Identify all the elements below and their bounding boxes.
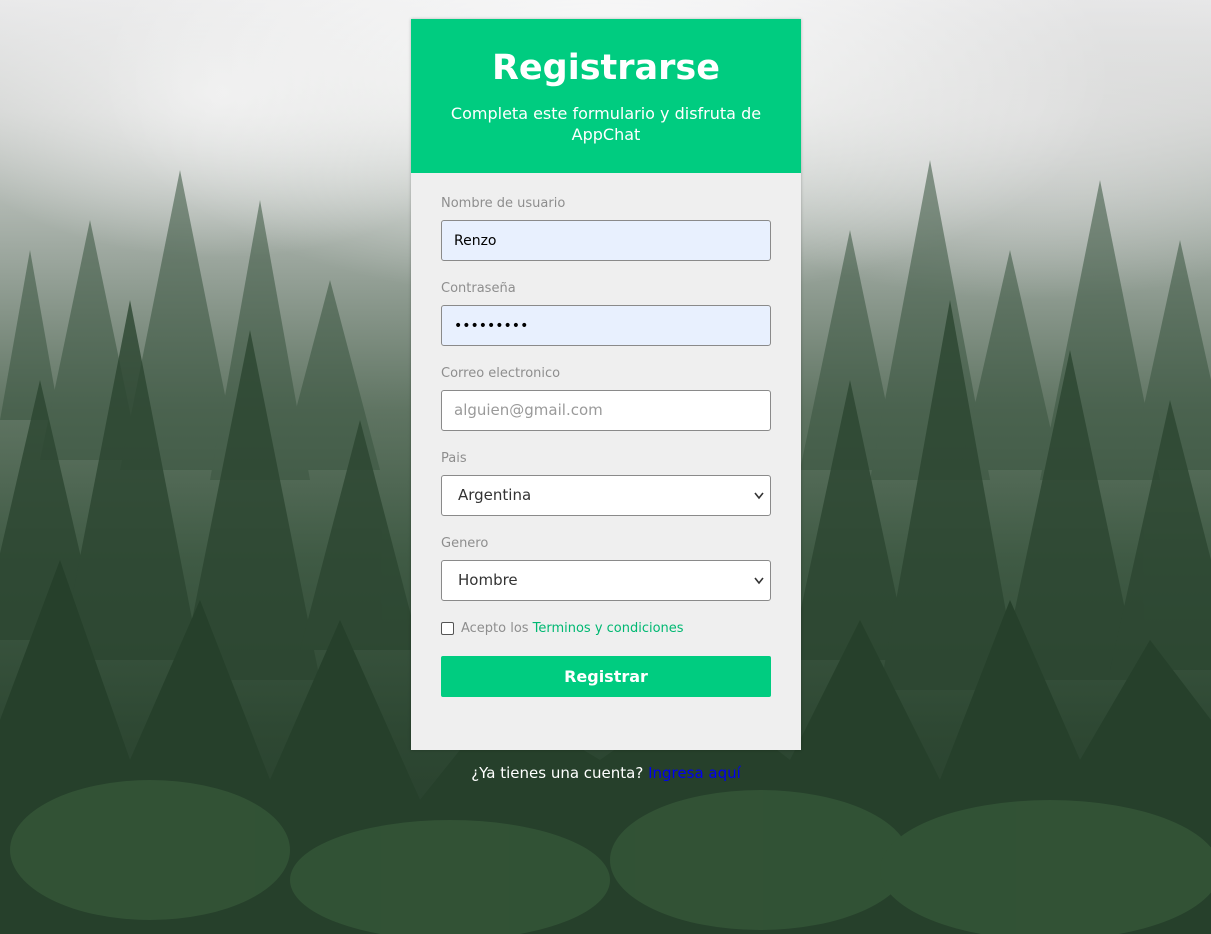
gender-selected-value: Hombre — [458, 571, 518, 589]
password-label: Contraseña — [441, 281, 516, 296]
email-label: Correo electronico — [441, 366, 561, 381]
username-label: Nombre de usuario — [441, 196, 566, 211]
terms-link[interactable]: Terminos y condiciones — [533, 621, 684, 636]
chevron-down-icon — [754, 492, 764, 500]
chevron-down-icon — [754, 577, 764, 585]
gender-field-group: Genero Hombre — [441, 535, 771, 620]
country-select[interactable]: Argentina — [441, 475, 771, 516]
password-field-group: Contraseña — [441, 280, 771, 365]
page-subtitle: Completa este formulario y disfruta de A… — [450, 104, 762, 144]
gender-select[interactable]: Hombre — [441, 560, 771, 601]
password-input[interactable] — [441, 305, 771, 346]
terms-prefix: Acepto los — [461, 620, 529, 636]
terms-checkbox[interactable] — [441, 621, 454, 635]
login-prompt: ¿Ya tienes una cuenta? Ingresa aquí — [411, 764, 801, 782]
login-link[interactable]: Ingresa aquí — [648, 764, 741, 782]
card-header: Registrarse Completa este formulario y d… — [411, 19, 801, 173]
terms-row: Acepto los Terminos y condiciones — [441, 617, 771, 639]
register-card: Registrarse Completa este formulario y d… — [411, 19, 801, 750]
email-input[interactable] — [441, 390, 771, 431]
login-question: ¿Ya tienes una cuenta? — [471, 764, 644, 782]
country-field-group: Pais Argentina — [441, 450, 771, 535]
username-input[interactable] — [441, 220, 771, 261]
gender-label: Genero — [441, 536, 489, 551]
page-title: Registrarse — [491, 48, 720, 88]
country-label: Pais — [441, 451, 467, 466]
email-field-group: Correo electronico — [441, 365, 771, 450]
register-button[interactable]: Registrar — [441, 656, 771, 697]
register-form: Nombre de usuario Contraseña Correo elec… — [411, 173, 801, 697]
username-field-group: Nombre de usuario — [441, 195, 771, 280]
country-selected-value: Argentina — [458, 486, 532, 504]
